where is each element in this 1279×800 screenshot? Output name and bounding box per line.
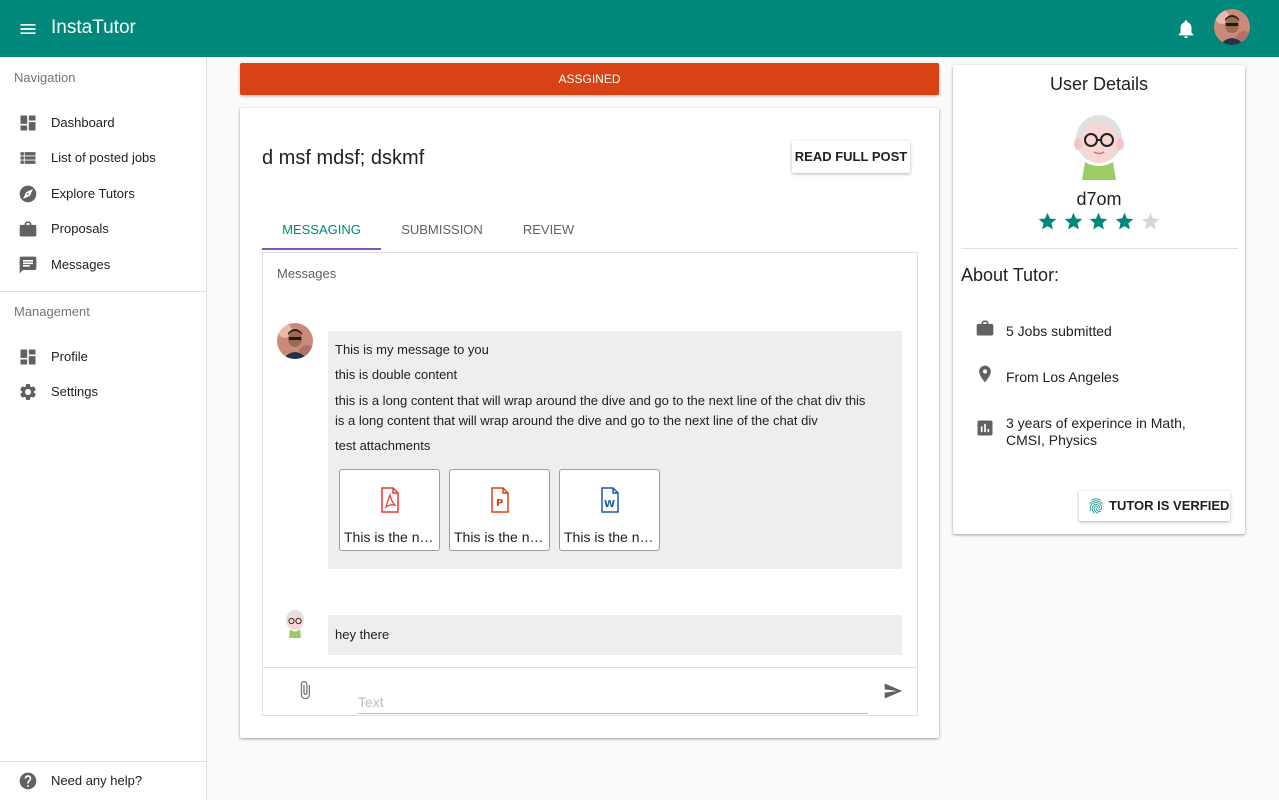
- jobs-submitted: 5 Jobs submitted: [1006, 323, 1112, 339]
- notification-bell-icon[interactable]: [1175, 18, 1197, 40]
- svg-text:W: W: [604, 499, 615, 510]
- tab-submission[interactable]: SUBMISSION: [392, 210, 492, 250]
- sidebar-item-label: Dashboard: [51, 115, 115, 130]
- message-line: test attachments: [335, 438, 431, 453]
- message-input[interactable]: [358, 690, 868, 714]
- send-icon[interactable]: [882, 681, 904, 701]
- tutor-avatar: [277, 606, 313, 642]
- svg-text:P: P: [496, 498, 503, 509]
- verified-label: TUTOR IS VERFIED: [1109, 498, 1230, 513]
- message-line: this is a long content that will wrap ar…: [335, 393, 866, 408]
- sidebar-item-dashboard[interactable]: Dashboard: [0, 106, 206, 140]
- briefcase-icon: [976, 320, 994, 336]
- sidebar-item-label: Settings: [51, 384, 98, 399]
- help-label: Need any help?: [51, 773, 143, 788]
- sidebar-item-label: Explore Tutors: [51, 186, 135, 201]
- sender-avatar: [277, 323, 313, 359]
- read-full-post-button[interactable]: READ FULL POST: [792, 141, 910, 173]
- attachment-name: This is the name of the file: [344, 529, 437, 545]
- tab-messaging[interactable]: MESSAGING: [262, 210, 381, 250]
- message-line: hey there: [335, 627, 390, 642]
- post-title: d msf mdsf; dskmf: [262, 147, 425, 169]
- compass-icon: [19, 185, 37, 203]
- attachment-card[interactable]: P This is the name of the file: [449, 469, 550, 551]
- dashboard-icon: [20, 349, 36, 365]
- tutor-name: d7om: [1076, 189, 1122, 209]
- message-line: is a long content that will wrap around …: [335, 413, 818, 428]
- attachment-card[interactable]: This is the name of the file: [339, 469, 440, 551]
- star-filled-icon: [1038, 212, 1057, 230]
- help-icon: [19, 772, 37, 790]
- gear-icon: [20, 383, 36, 400]
- about-tutor-header: About Tutor:: [961, 265, 1060, 285]
- sidebar-item-posted-jobs[interactable]: List of posted jobs: [0, 141, 206, 175]
- management-section-header: Management: [14, 304, 90, 319]
- powerpoint-icon: P: [491, 487, 509, 513]
- list-icon: [20, 152, 36, 164]
- attachment-name: This is the name of the file: [564, 529, 657, 545]
- star-filled-icon: [1115, 212, 1134, 230]
- fingerprint-icon: [1089, 498, 1103, 514]
- details-divider: [961, 248, 1238, 249]
- star-empty-icon: [1141, 212, 1160, 230]
- chat-icon: [19, 256, 37, 274]
- sidebar-divider: [0, 291, 206, 292]
- nav-section-header: Navigation: [14, 70, 76, 85]
- tab-review[interactable]: REVIEW: [510, 210, 587, 250]
- star-filled-icon: [1089, 212, 1108, 230]
- tutor-experience: 3 years of experince in Math, CMSI, Phys…: [1006, 415, 1186, 448]
- location-pin-icon: [979, 365, 991, 383]
- sidebar-item-label: Profile: [51, 349, 88, 364]
- sidebar-item-explore-tutors[interactable]: Explore Tutors: [0, 177, 206, 211]
- message-line: this is double content: [335, 367, 458, 382]
- user-details-title: User Details: [1049, 74, 1149, 94]
- sidebar-item-settings[interactable]: Settings: [0, 375, 206, 409]
- messages-header: Messages: [277, 266, 337, 281]
- sidebar-item-messages[interactable]: Messages: [0, 248, 206, 282]
- user-avatar[interactable]: [1214, 9, 1250, 45]
- message-line: This is my message to you: [335, 342, 489, 357]
- sidebar-item-label: Proposals: [51, 221, 109, 236]
- active-tab-indicator: [262, 248, 381, 250]
- sidebar-item-label: List of posted jobs: [51, 150, 156, 165]
- app-bar: InstaTutor: [0, 0, 1279, 57]
- tutor-location: From Los Angeles: [1006, 369, 1119, 385]
- tutor-profile-avatar: [1074, 115, 1124, 180]
- chart-icon: [977, 420, 993, 436]
- help-link[interactable]: Need any help?: [0, 764, 206, 798]
- status-banner: ASSGINED: [240, 63, 939, 95]
- paperclip-icon[interactable]: [295, 679, 315, 701]
- briefcase-icon: [19, 221, 37, 237]
- pdf-icon: [381, 487, 399, 513]
- attachment-name: This is the name of the file: [454, 529, 547, 545]
- dashboard-icon: [20, 115, 36, 131]
- sidebar-item-profile[interactable]: Profile: [0, 340, 206, 374]
- menu-icon[interactable]: [18, 19, 38, 39]
- star-filled-icon: [1064, 212, 1083, 230]
- sidebar-item-proposals[interactable]: Proposals: [0, 212, 206, 246]
- app-title: InstaTutor: [51, 17, 136, 38]
- tutor-verified-button[interactable]: TUTOR IS VERFIED: [1079, 491, 1230, 521]
- sidebar-item-label: Messages: [51, 257, 111, 272]
- word-icon: W: [601, 487, 619, 513]
- sidebar-divider: [0, 761, 206, 762]
- message-bubble: [328, 615, 902, 655]
- attachment-card[interactable]: W This is the name of the file: [559, 469, 660, 551]
